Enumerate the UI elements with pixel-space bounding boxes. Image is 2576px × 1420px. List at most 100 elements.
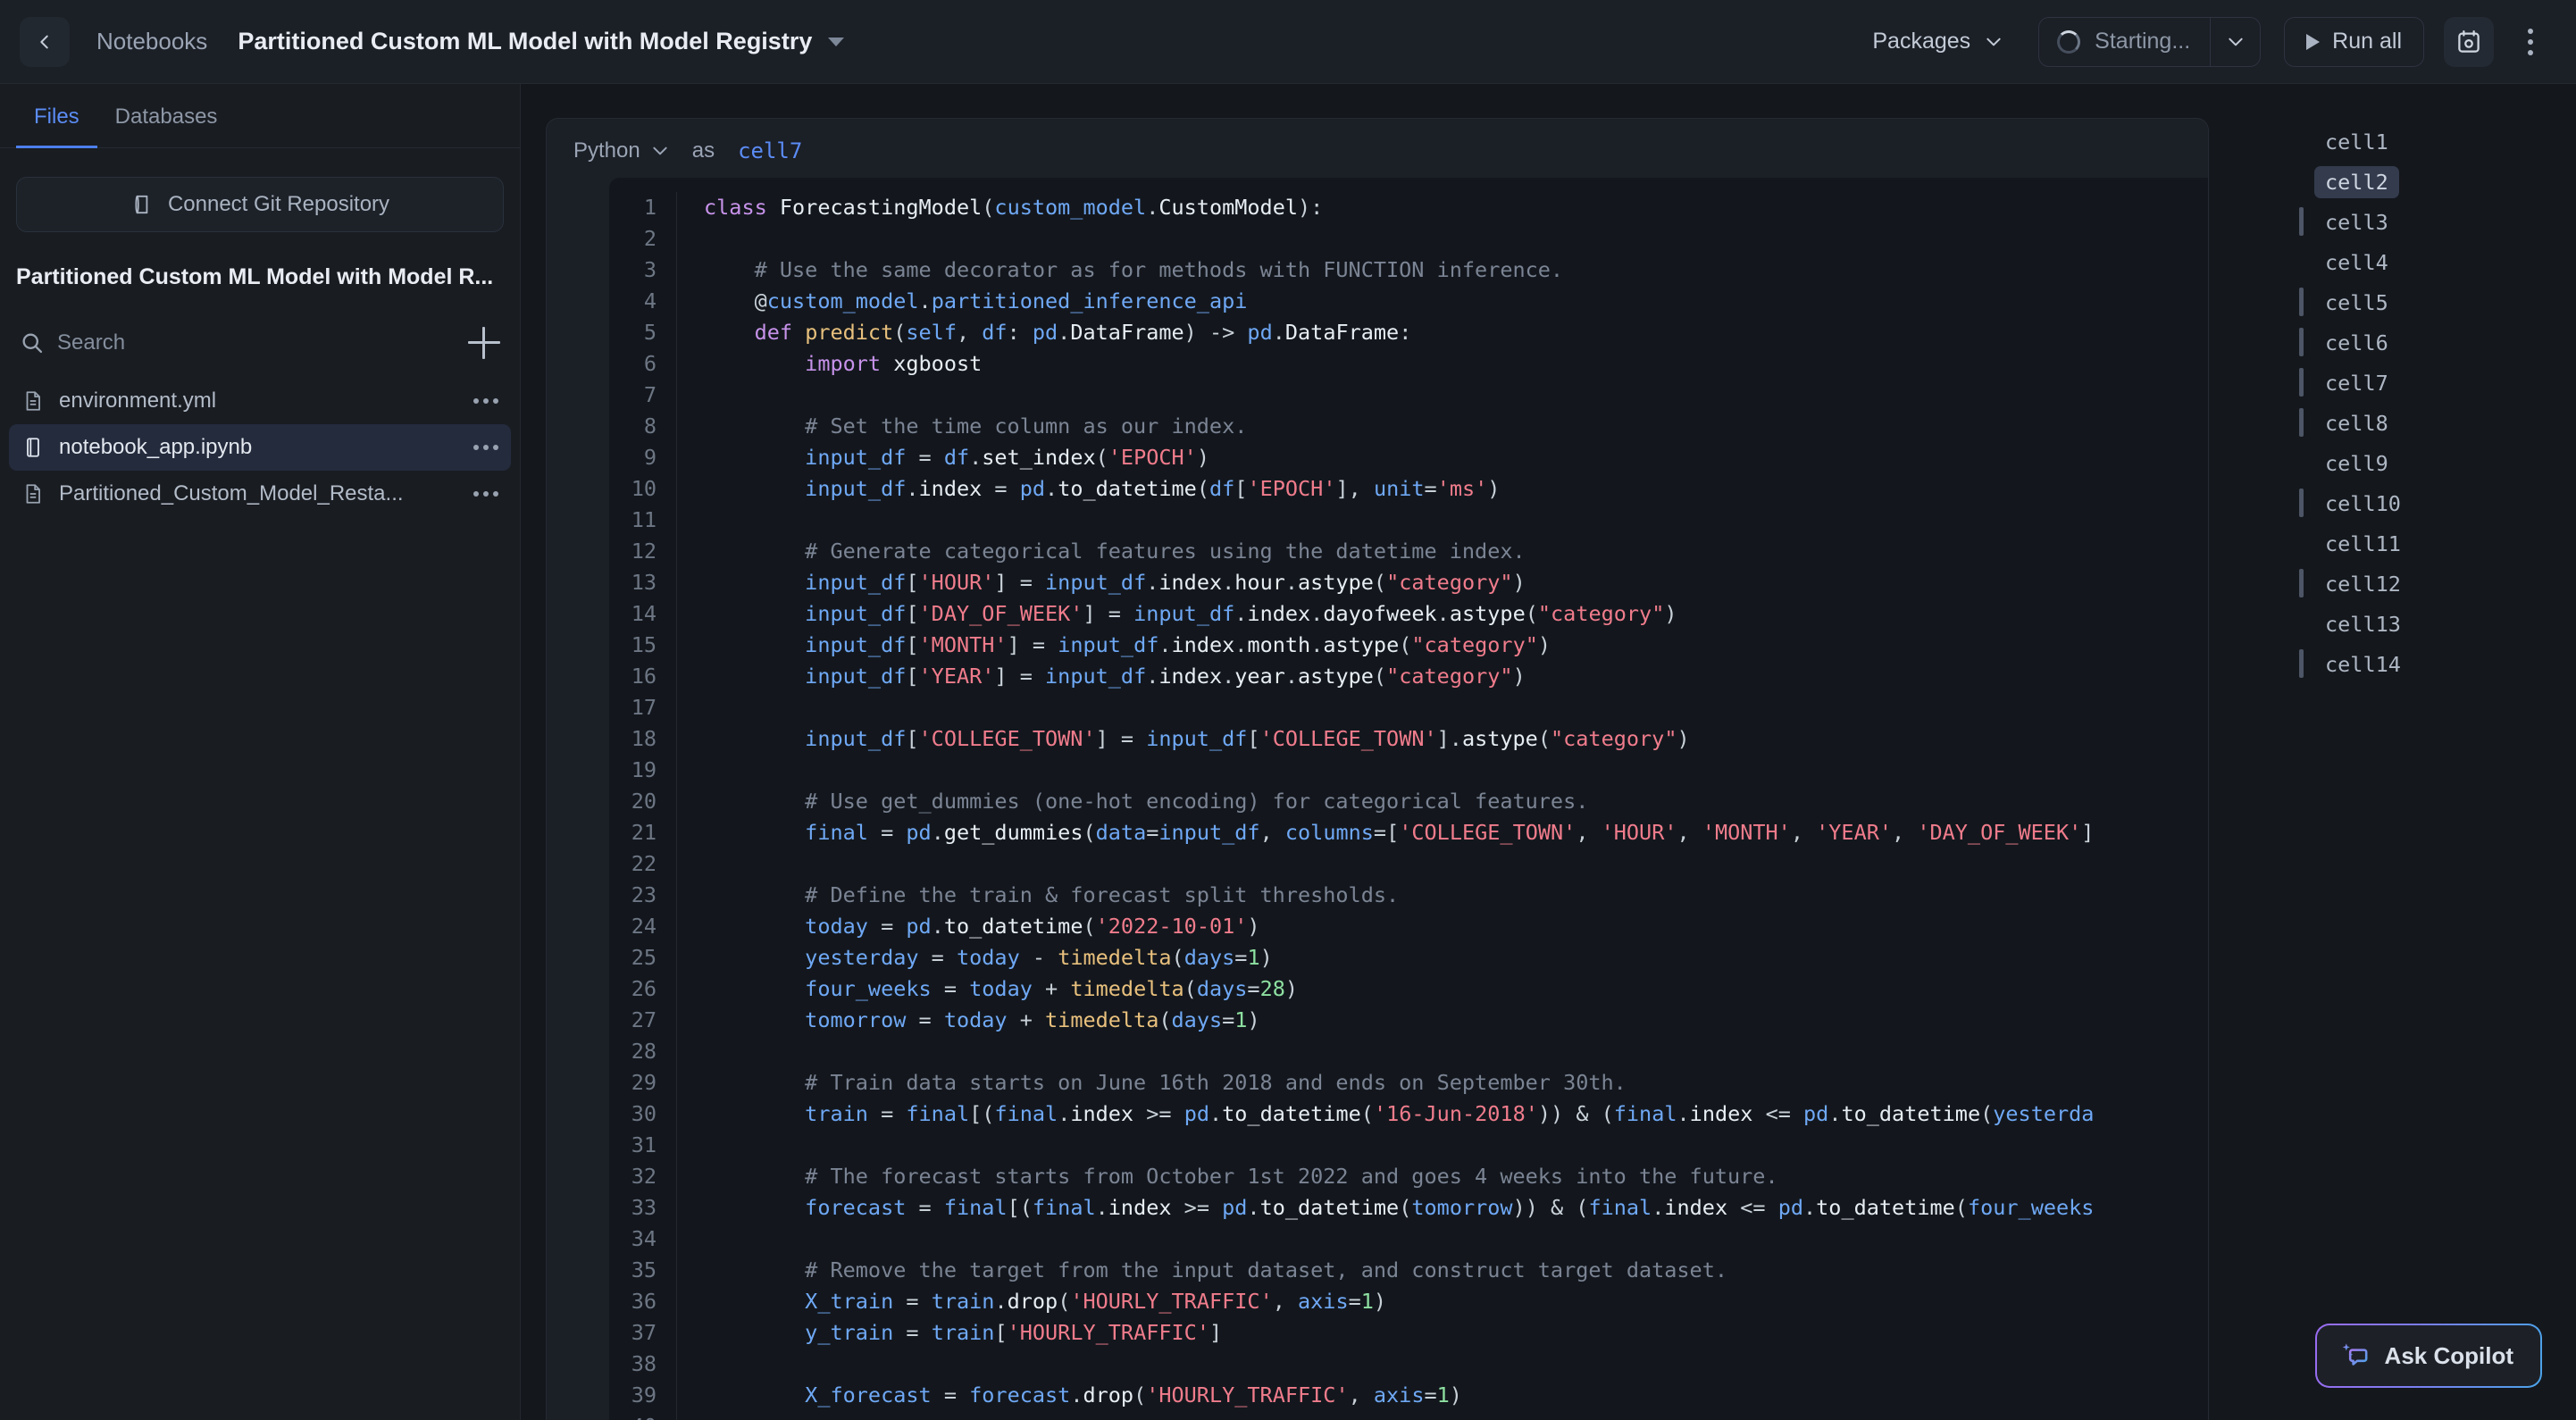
kernel-status-button[interactable]: Starting... [2039,18,2210,66]
kernel-dropdown-button[interactable] [2210,18,2260,66]
code-line[interactable] [704,1411,2208,1420]
line-number: 9 [609,442,657,473]
code-line[interactable] [704,1130,2208,1161]
file-more-icon[interactable] [473,398,498,404]
code-line[interactable] [704,505,2208,536]
loading-spinner-icon [2057,30,2080,54]
code-line[interactable]: X_train = train.drop('HOURLY_TRAFFIC', a… [704,1286,2208,1317]
schedule-button[interactable] [2444,17,2494,67]
code-line[interactable]: train = final[(final.index >= pd.to_date… [704,1098,2208,1130]
line-number: 22 [609,848,657,880]
cell-nav-item-cell8[interactable]: cell8 [2268,403,2576,443]
code-line[interactable]: input_df.index = pd.to_datetime(df['EPOC… [704,473,2208,505]
main-area: Python as cell7 123456789101112131415161… [521,84,2576,1420]
code-line[interactable]: four_weeks = today + timedelta(days=28) [704,973,2208,1005]
file-item-partitioned-custom-model[interactable]: Partitioned_Custom_Model_Resta... [9,471,511,517]
ask-copilot-button[interactable]: Ask Copilot [2315,1324,2542,1388]
cell-nav-label: cell6 [2314,327,2399,359]
code-line[interactable] [704,223,2208,255]
cell-nav-label: cell11 [2314,528,2412,560]
cell-nav-label: cell10 [2314,488,2412,520]
file-item-notebook-app-ipynb[interactable]: notebook_app.ipynb [9,424,511,471]
chevron-down-icon [2227,37,2245,47]
cell-nav-item-cell2[interactable]: cell2 [2268,162,2576,202]
code-editor[interactable]: 1234567891011121314151617181920212223242… [609,178,2208,1420]
file-more-icon[interactable] [473,491,498,497]
cell-nav-item-cell7[interactable]: cell7 [2268,363,2576,403]
chevron-down-icon[interactable] [651,146,669,156]
line-number: 24 [609,911,657,942]
cell-language-select[interactable]: Python [573,138,640,163]
search-input[interactable] [57,330,456,355]
add-file-icon[interactable] [468,327,500,359]
cell-nav-label: cell8 [2314,407,2399,439]
line-number: 38 [609,1349,657,1380]
code-line[interactable]: X_forecast = forecast.drop('HOURLY_TRAFF… [704,1380,2208,1411]
search-row [13,319,507,367]
cell-nav-item-cell10[interactable]: cell10 [2268,483,2576,523]
cell-alias[interactable]: cell7 [738,138,802,163]
code-line[interactable]: # Set the time column as our index. [704,411,2208,442]
line-number: 15 [609,630,657,661]
line-number: 11 [609,505,657,536]
tab-files[interactable]: Files [16,85,97,148]
code-line[interactable]: y_train = train['HOURLY_TRAFFIC'] [704,1317,2208,1349]
code-line[interactable]: # Use the same decorator as for methods … [704,255,2208,286]
code-line[interactable]: input_df = df.set_index('EPOCH') [704,442,2208,473]
code-line[interactable]: # Define the train & forecast split thre… [704,880,2208,911]
code-line[interactable] [704,1224,2208,1255]
code-line[interactable]: input_df['HOUR'] = input_df.index.hour.a… [704,567,2208,598]
cell-nav-item-cell13[interactable]: cell13 [2268,604,2576,644]
code-line[interactable]: # Generate categorical features using th… [704,536,2208,567]
tab-databases[interactable]: Databases [97,85,236,148]
line-number: 20 [609,786,657,817]
connect-git-repository-button[interactable]: Connect Git Repository [16,177,504,232]
code-line[interactable]: input_df['DAY_OF_WEEK'] = input_df.index… [704,598,2208,630]
code-line[interactable]: input_df['COLLEGE_TOWN'] = input_df['COL… [704,723,2208,755]
code-line[interactable]: input_df['MONTH'] = input_df.index.month… [704,630,2208,661]
code-line[interactable]: forecast = final[(final.index >= pd.to_d… [704,1192,2208,1224]
code-line[interactable]: class ForecastingModel(custom_model.Cust… [704,192,2208,223]
code-line[interactable]: today = pd.to_datetime('2022-10-01') [704,911,2208,942]
cell-nav-item-cell6[interactable]: cell6 [2268,322,2576,363]
back-button[interactable] [20,17,70,67]
cell-nav-item-cell11[interactable]: cell11 [2268,523,2576,564]
cell-nav-item-cell5[interactable]: cell5 [2268,282,2576,322]
code-line[interactable] [704,1349,2208,1380]
run-all-button[interactable]: Run all [2284,17,2424,67]
code-line[interactable]: input_df['YEAR'] = input_df.index.year.a… [704,661,2208,692]
cell-nav-item-cell12[interactable]: cell12 [2268,564,2576,604]
code-line[interactable] [704,1036,2208,1067]
code-line[interactable]: # The forecast starts from October 1st 2… [704,1161,2208,1192]
title-dropdown-caret-icon[interactable] [828,38,844,46]
code-line[interactable]: import xgboost [704,348,2208,380]
cell-nav-item-cell14[interactable]: cell14 [2268,644,2576,684]
file-item-environment-yml[interactable]: environment.yml [9,378,511,424]
packages-button[interactable]: Packages [1863,18,2011,65]
cell-nav-label: cell2 [2314,166,2399,198]
project-title: Partitioned Custom ML Model with Model R… [16,264,504,290]
code-line[interactable]: # Train data starts on June 16th 2018 an… [704,1067,2208,1098]
code-line[interactable] [704,755,2208,786]
code-line[interactable] [704,692,2208,723]
cell-nav-label: cell7 [2314,367,2399,399]
code-line[interactable]: # Use get_dummies (one-hot encoding) for… [704,786,2208,817]
breadcrumb-notebooks[interactable]: Notebooks [96,28,207,55]
code-line[interactable]: # Remove the target from the input datas… [704,1255,2208,1286]
code-line[interactable]: def predict(self, df: pd.DataFrame) -> p… [704,317,2208,348]
code-line[interactable]: yesterday = today - timedelta(days=1) [704,942,2208,973]
code-line[interactable] [704,380,2208,411]
kebab-dot [2528,29,2533,34]
file-more-icon[interactable] [473,445,498,450]
line-number: 3 [609,255,657,286]
cell-nav-item-cell3[interactable]: cell3 [2268,202,2576,242]
code-line[interactable]: @custom_model.partitioned_inference_api [704,286,2208,317]
cell-nav-item-cell1[interactable]: cell1 [2268,121,2576,162]
code-content[interactable]: class ForecastingModel(custom_model.Cust… [677,192,2208,1420]
code-line[interactable]: final = pd.get_dummies(data=input_df, co… [704,817,2208,848]
code-line[interactable]: tomorrow = today + timedelta(days=1) [704,1005,2208,1036]
more-options-button[interactable] [2510,17,2551,67]
cell-nav-item-cell9[interactable]: cell9 [2268,443,2576,483]
cell-nav-item-cell4[interactable]: cell4 [2268,242,2576,282]
code-line[interactable] [704,848,2208,880]
